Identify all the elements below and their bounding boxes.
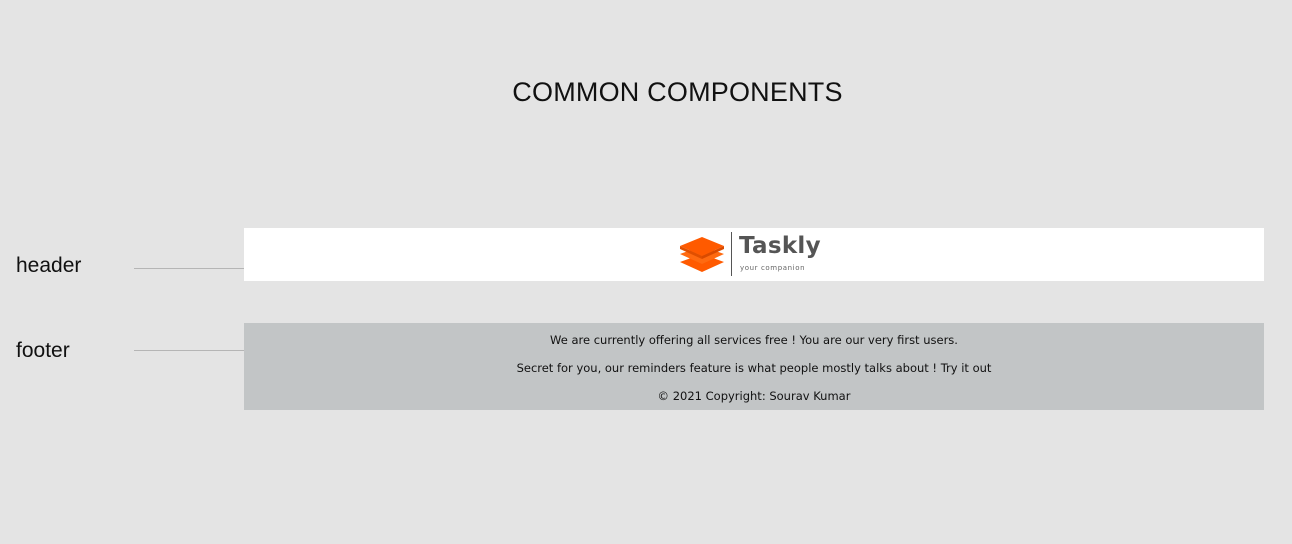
header-preview: Taskly your companion bbox=[244, 228, 1264, 281]
footer-secret-text: Secret for you, our reminders feature is… bbox=[516, 361, 992, 375]
header-label: header bbox=[16, 254, 82, 277]
footer-connector-line bbox=[134, 350, 244, 351]
footer-offer-text: We are currently offering all services f… bbox=[550, 333, 958, 347]
header-connector-line bbox=[134, 268, 244, 269]
footer-preview: We are currently offering all services f… bbox=[244, 323, 1264, 410]
logo-name: Taskly bbox=[739, 233, 821, 259]
stacked-layers-icon bbox=[680, 237, 724, 272]
logo-tagline: your companion bbox=[740, 264, 806, 272]
taskly-logo[interactable]: Taskly your companion bbox=[678, 232, 848, 276]
footer-label: footer bbox=[16, 339, 70, 362]
footer-copyright-text: © 2021 Copyright: Sourav Kumar bbox=[657, 389, 851, 403]
logo-divider bbox=[731, 232, 732, 276]
page-title: COMMON COMPONENTS bbox=[512, 77, 843, 107]
